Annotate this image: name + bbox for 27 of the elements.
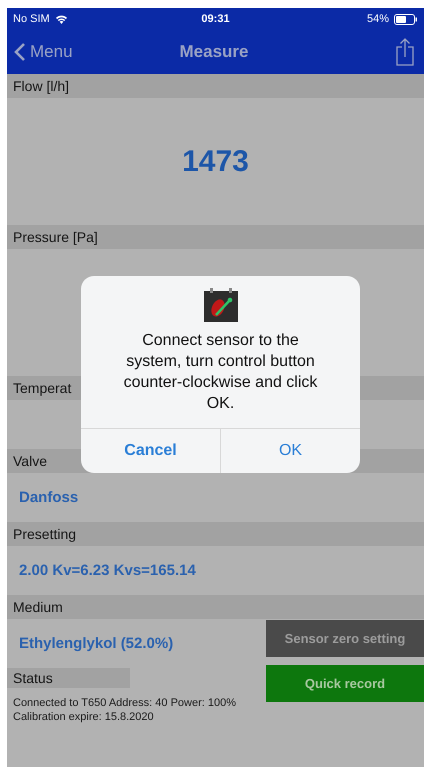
action-button[interactable]: Quick record bbox=[266, 665, 424, 702]
section-label: Pressure [Pa] bbox=[13, 229, 98, 245]
value-text: 1473 bbox=[182, 144, 249, 178]
section-label: Medium bbox=[13, 599, 63, 615]
dialog-button[interactable]: OK bbox=[220, 429, 360, 473]
battery-text: 54% bbox=[366, 13, 389, 25]
chevron-left-icon bbox=[14, 42, 26, 62]
sensor-device-icon bbox=[204, 288, 238, 322]
value-text: Ethylenglykol (52.0%) bbox=[19, 635, 174, 652]
section-label: Status bbox=[13, 670, 53, 686]
value-text: Danfoss bbox=[19, 489, 78, 506]
alert-message: Connect sensor to the system, turn control button counter-clockwise and click OK. bbox=[122, 331, 318, 414]
value-text: 2.00 Kv=6.23 Kvs=165.14 bbox=[19, 562, 196, 579]
section-label: Flow [l/h] bbox=[13, 78, 70, 94]
battery-icon bbox=[394, 14, 418, 24]
clock-text: 09:31 bbox=[201, 13, 230, 25]
page-title: Measure bbox=[180, 42, 248, 62]
section-label: Valve bbox=[13, 453, 47, 469]
share-icon[interactable] bbox=[396, 38, 414, 66]
section-label: Presetting bbox=[13, 526, 76, 542]
action-button[interactable]: Sensor zero setting bbox=[266, 620, 424, 657]
carrier-text: No SIM bbox=[13, 13, 50, 25]
status-text: Connected to T650 Address: 40 Power: 100% Calibration expire: 15.8.2020 bbox=[13, 696, 237, 724]
wifi-icon bbox=[54, 14, 68, 24]
dialog-button[interactable]: Cancel bbox=[81, 429, 220, 473]
back-button[interactable]: Menu bbox=[14, 42, 104, 62]
section-label: Temperat bbox=[13, 380, 72, 396]
